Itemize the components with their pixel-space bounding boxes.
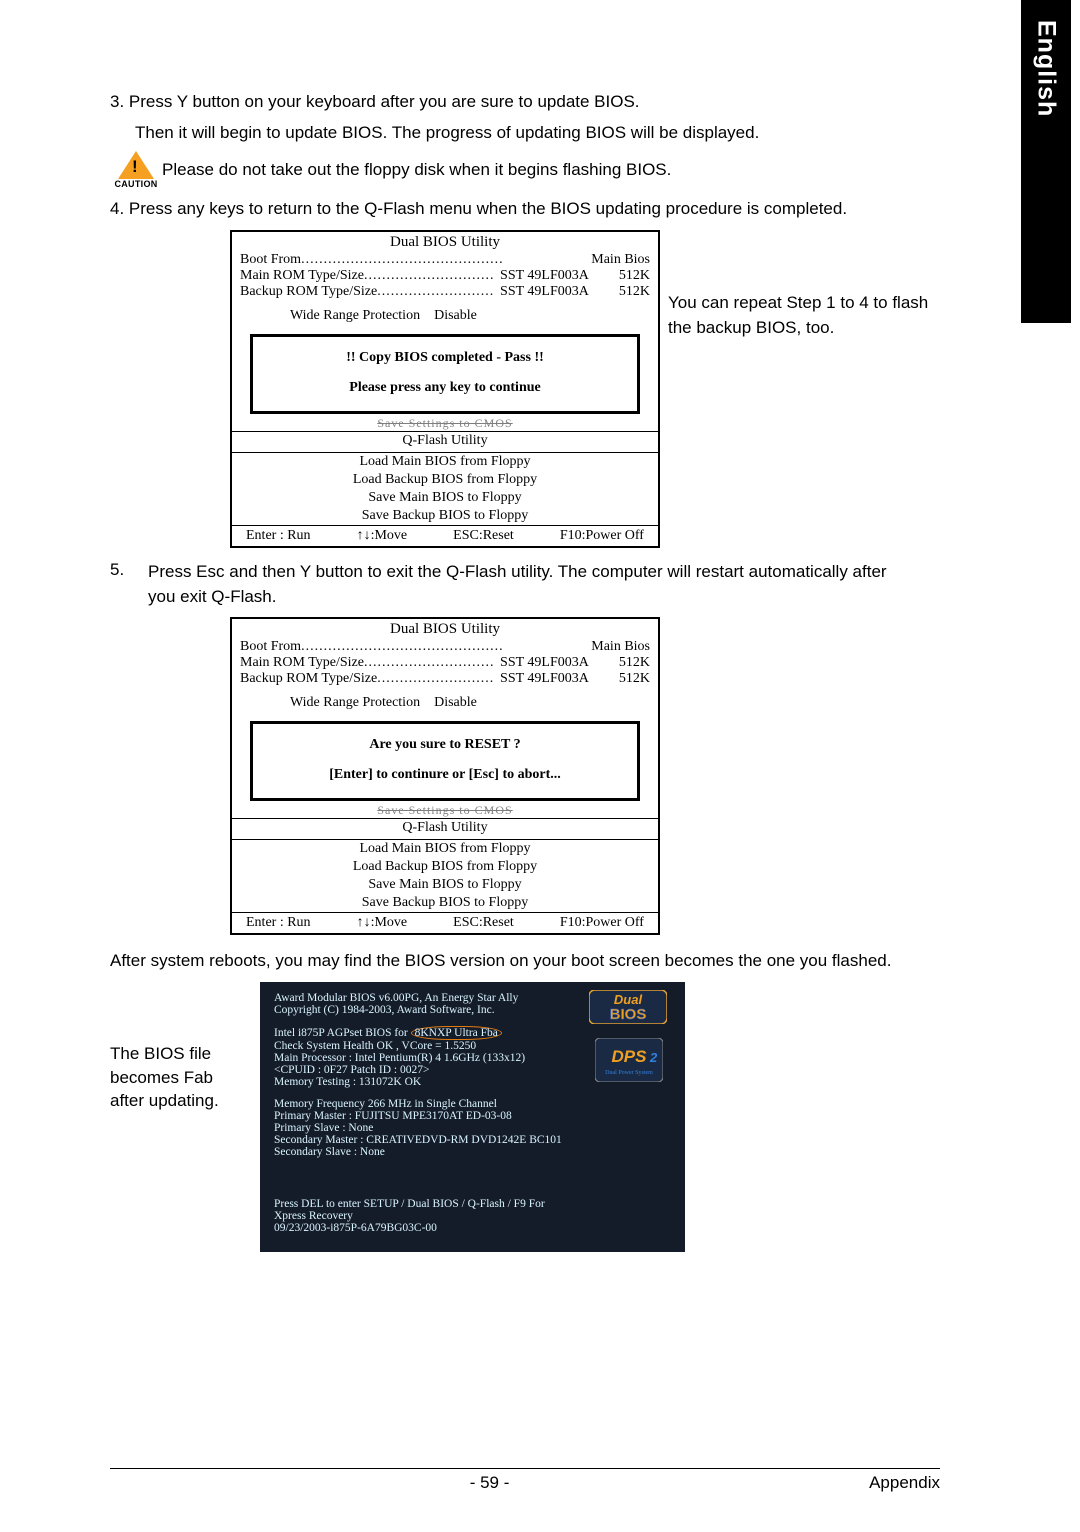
backrom-size: 512K	[589, 284, 650, 300]
boot-l12: Secondary Slave : None	[274, 1146, 671, 1158]
obscured-text: Save Settings to CMOS	[232, 418, 658, 429]
boot-l8: Memory Frequency 266 MHz in Single Chann…	[274, 1098, 671, 1110]
caution-text: Please do not take out the floppy disk w…	[162, 158, 671, 183]
key-f10: F10:Power Off	[560, 528, 644, 544]
overlay2-line1: Are you sure to RESET ?	[258, 737, 632, 753]
svg-text:BIOS: BIOS	[610, 1006, 647, 1023]
bios-title: Dual BIOS Utility	[232, 232, 658, 252]
caution-icon: CAUTION	[116, 151, 156, 189]
overlay2-line2: [Enter] to continure or [Esc] to abort..…	[258, 767, 632, 783]
svg-text:Dual Power System: Dual Power System	[605, 1070, 653, 1076]
bios-file-note: The BIOS file becomes Fab after updating…	[110, 982, 242, 1113]
menu-save-backup[interactable]: Save Backup BIOS to Floppy	[232, 507, 658, 525]
menu-load-main[interactable]: Load Main BIOS from Floppy	[232, 453, 658, 471]
boot-l15: 09/23/2003-i875P-6A79BG03C-00	[274, 1222, 671, 1234]
wide-label: Wide Range Protection	[290, 308, 420, 323]
overlay-line2: Please press any key to continue	[258, 380, 632, 396]
menu-load-backup[interactable]: Load Backup BIOS from Floppy	[232, 471, 658, 489]
after-reboot-text: After system reboots, you may find the B…	[110, 949, 940, 974]
svg-text:DPS: DPS	[612, 1047, 648, 1066]
mainrom-val: SST 49LF003A	[500, 268, 589, 284]
boot-l9: Primary Master : FUJITSU MPE3170AT ED-03…	[274, 1110, 671, 1122]
circled-version: 8KNXP Ultra Fba	[411, 1026, 502, 1040]
boot-l11: Secondary Master : CREATIVEDVD-RM DVD124…	[274, 1134, 671, 1146]
dps-logo: DPS2 Dual Power System	[595, 1038, 663, 1085]
step-5-line1: Press Esc and then Y button to exit the …	[148, 562, 887, 581]
boot-l14: Xpress Recovery	[274, 1210, 671, 1222]
qflash-title: Q-Flash Utility	[232, 432, 658, 450]
boot-screen: DualBIOS DPS2Dual Power System Award Mod…	[260, 982, 685, 1252]
boot-l10: Primary Slave : None	[274, 1122, 671, 1134]
boot-from-val: Main Bios	[561, 252, 650, 268]
boot-from-label: Boot From	[240, 252, 301, 268]
overlay-message-1: !! Copy BIOS completed - Pass !! Please …	[250, 334, 640, 414]
bios-screen-1: Dual BIOS Utility Boot From.............…	[230, 230, 660, 548]
step-5-num: 5.	[110, 560, 134, 609]
overlay-message-2: Are you sure to RESET ? [Enter] to conti…	[250, 721, 640, 801]
overlay-line1: !! Copy BIOS completed - Pass !!	[258, 350, 632, 366]
key-move: ↑↓:Move	[357, 528, 408, 544]
caution-block: CAUTION Please do not take out the flopp…	[116, 151, 940, 189]
mainrom-size: 512K	[589, 268, 650, 284]
step-3-line2: Then it will begin to update BIOS. The p…	[110, 121, 940, 146]
key-enter: Enter : Run	[246, 528, 311, 544]
boot-l13: Press DEL to enter SETUP / Dual BIOS / Q…	[274, 1198, 671, 1210]
page-content: 3. Press Y button on your keyboard after…	[110, 90, 940, 1252]
svg-text:Dual: Dual	[614, 992, 643, 1007]
caution-label: CAUTION	[114, 179, 157, 189]
mainrom-label: Main ROM Type/Size	[240, 268, 364, 284]
section-name: Appendix	[869, 1473, 940, 1493]
svg-text:2: 2	[649, 1050, 658, 1065]
menu-save-main[interactable]: Save Main BIOS to Floppy	[232, 489, 658, 507]
page-footer: - 59 - Appendix	[110, 1468, 940, 1493]
language-label: English	[1032, 0, 1061, 117]
step-4: 4. Press any keys to return to the Q-Fla…	[110, 197, 940, 222]
key-esc: ESC:Reset	[453, 528, 514, 544]
step-3-line1: 3. Press Y button on your keyboard after…	[110, 90, 940, 115]
language-tab: English	[1021, 0, 1071, 323]
page-number: - 59 -	[470, 1473, 510, 1493]
wide-val: Disable	[434, 308, 477, 323]
bios-screen-2: Dual BIOS Utility Boot From.............…	[230, 617, 660, 935]
backrom-val: SST 49LF003A	[500, 284, 589, 300]
backrom-label: Backup ROM Type/Size	[240, 284, 377, 300]
dual-bios-logo: DualBIOS	[589, 990, 667, 1027]
bios-footer-keys: Enter : Run ↑↓:Move ESC:Reset F10:Power …	[232, 525, 658, 546]
step-5-line2: you exit Q-Flash.	[148, 587, 277, 606]
bios2-title: Dual BIOS Utility	[232, 619, 658, 639]
note-text: You can repeat Step 1 to 4 to flash the …	[668, 290, 938, 341]
